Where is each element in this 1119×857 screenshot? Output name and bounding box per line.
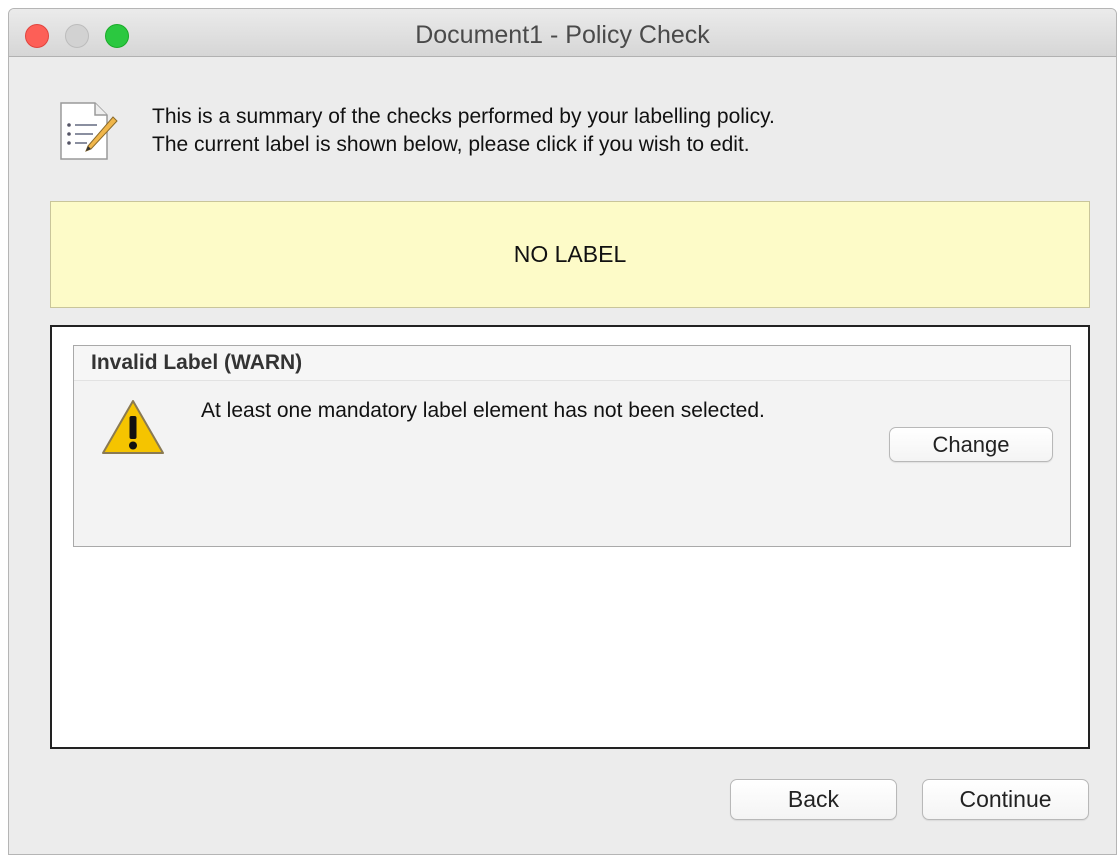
intro-line-1: This is a summary of the checks performe… [152, 105, 775, 128]
intro-line-2: The current label is shown below, please… [152, 133, 750, 156]
intro-text: This is a summary of the checks performe… [152, 103, 775, 159]
document-list-pencil-icon [60, 102, 118, 160]
check-title: Invalid Label (WARN) [74, 346, 1070, 381]
continue-button[interactable]: Continue [922, 779, 1089, 820]
back-button[interactable]: Back [730, 779, 897, 820]
warning-icon [102, 400, 164, 454]
current-label-banner[interactable]: NO LABEL [50, 201, 1090, 308]
check-results-panel: Invalid Label (WARN) At least one mandat… [50, 325, 1090, 749]
change-label-button[interactable]: Change [889, 427, 1053, 462]
window-title: Document1 - Policy Check [415, 21, 710, 49]
check-card: Invalid Label (WARN) At least one mandat… [73, 345, 1071, 547]
current-label-text: NO LABEL [513, 241, 627, 267]
title-bar[interactable]: Document1 - Policy Check [9, 9, 1116, 57]
policy-check-window: Document1 - Policy Check This is a summa… [8, 8, 1117, 855]
check-message: At least one mandatory label element has… [201, 399, 765, 422]
